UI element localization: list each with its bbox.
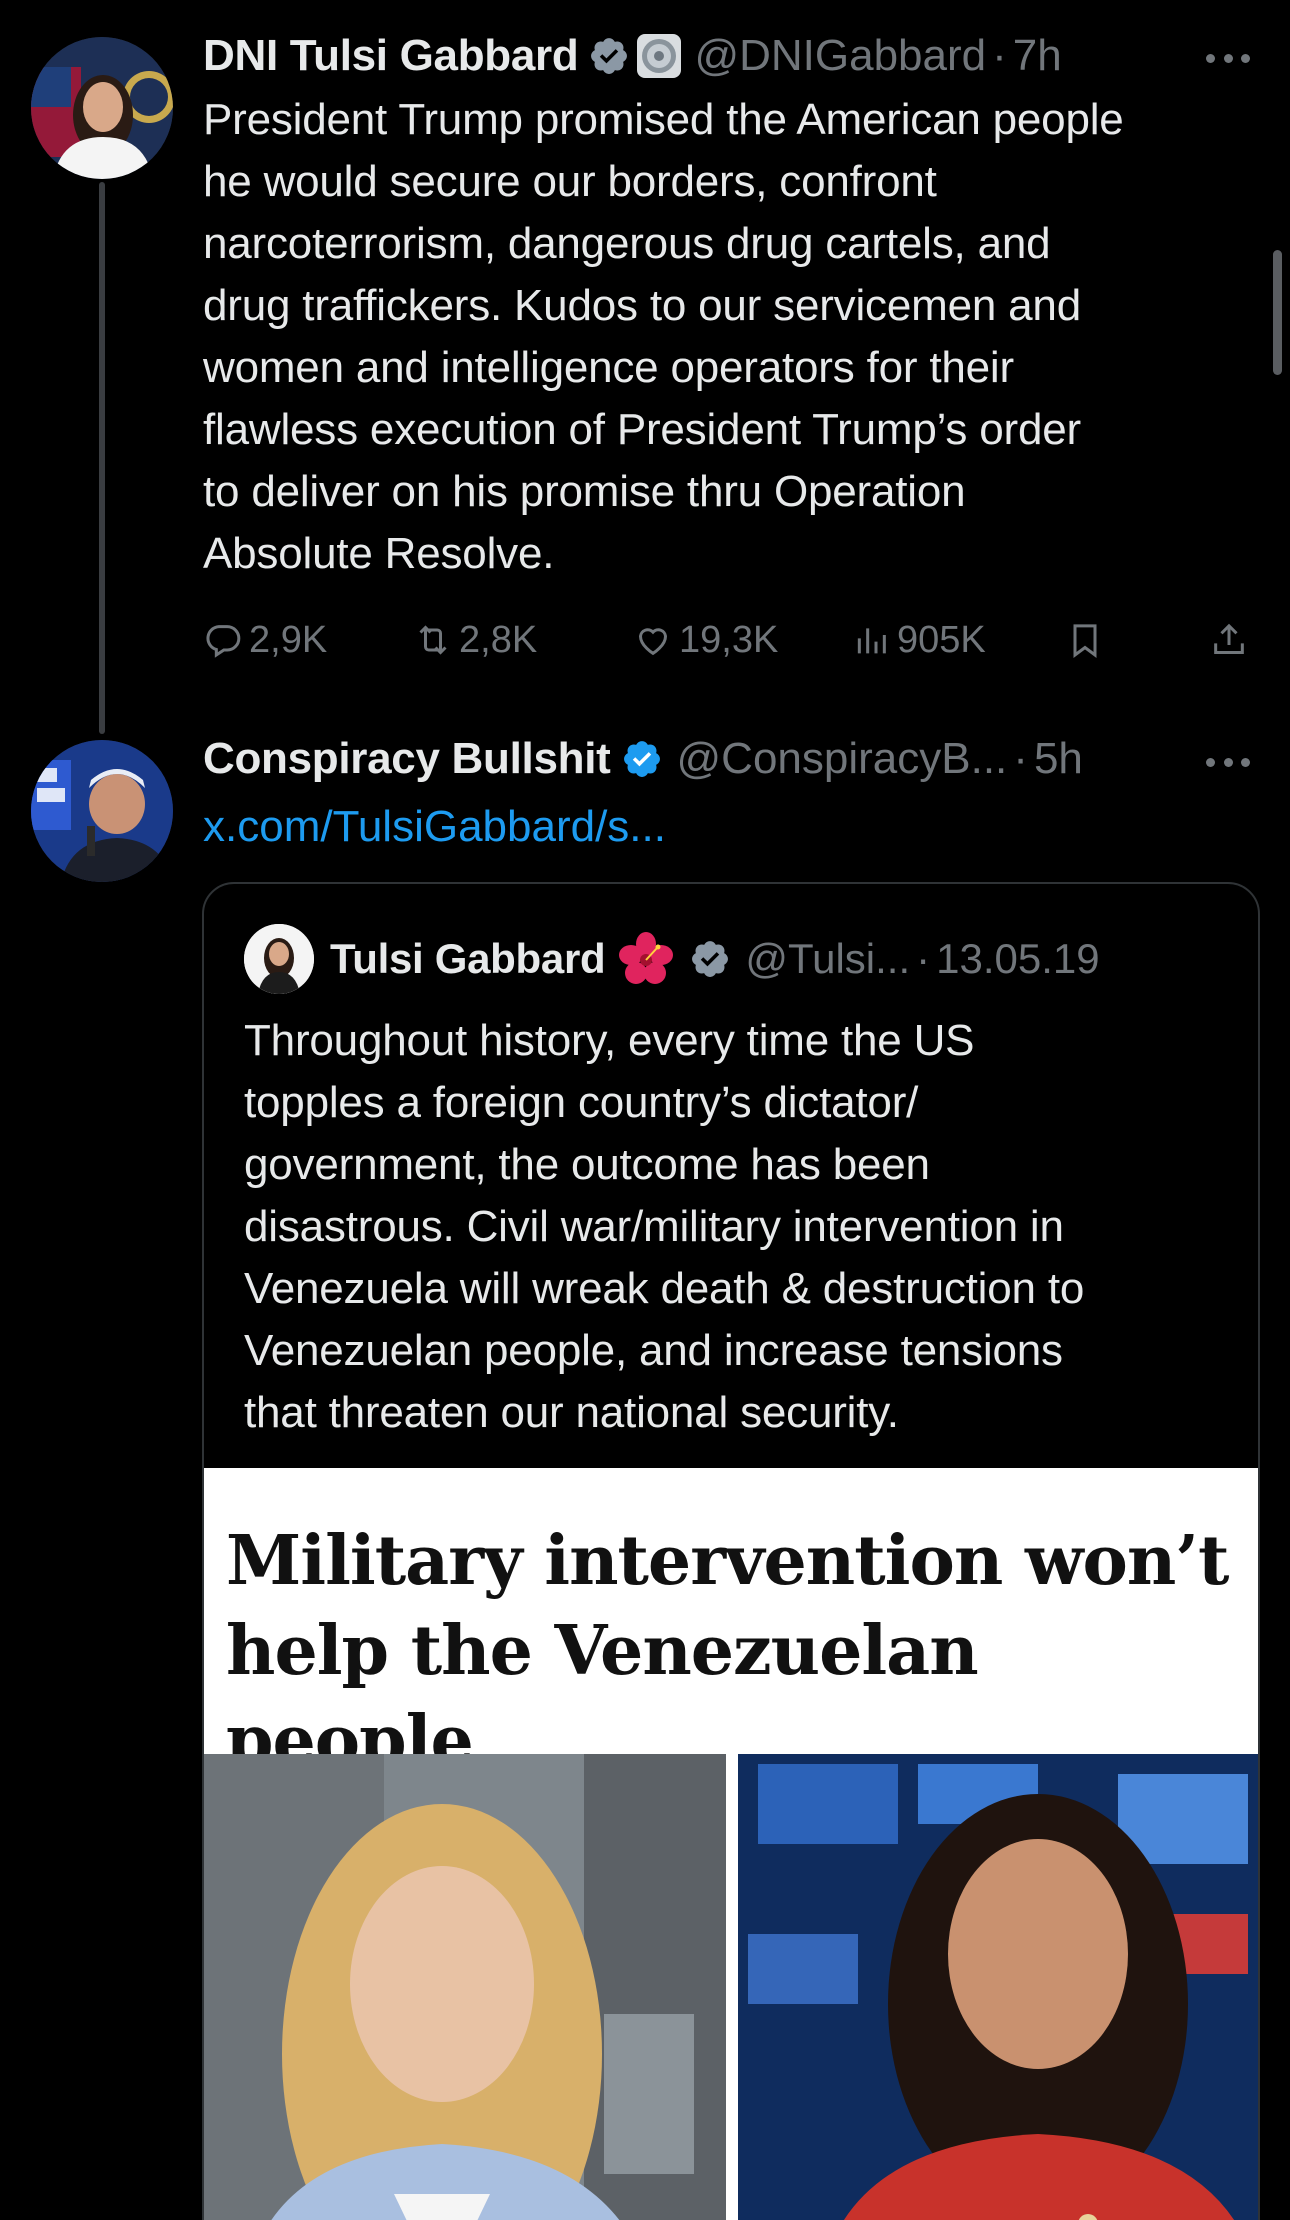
bookmark-button[interactable]	[1065, 610, 1111, 670]
article-image[interactable]: Military intervention won’t help the Ven…	[204, 1468, 1258, 2220]
views-button[interactable]: 905K	[851, 610, 986, 670]
thread-connector-line	[99, 182, 105, 734]
tweet-header: Conspiracy Bullshit @ConspiracyB... · 5h	[203, 731, 1083, 787]
bookmark-icon	[1073, 624, 1097, 658]
display-name[interactable]: Conspiracy Bullshit	[203, 731, 611, 787]
reply-icon	[206, 625, 241, 658]
view-count: 905K	[897, 618, 986, 661]
more-options-icon[interactable]	[1206, 752, 1250, 772]
tweet-header: DNI Tulsi Gabbard @DNIGabbard · 7h	[203, 28, 1062, 84]
separator: ·	[992, 31, 1007, 80]
tweet-text: President Trump promised the American pe…	[203, 95, 1124, 578]
handle[interactable]: @ConspiracyB...	[677, 731, 1008, 787]
avatar[interactable]	[244, 924, 314, 994]
reply-count: 2,9K	[249, 618, 328, 661]
like-count: 19,3K	[679, 618, 779, 661]
separator: ·	[1013, 734, 1028, 783]
quote-text: Throughout history, every time the US to…	[244, 1016, 1085, 1437]
candidate-photo	[738, 1754, 1258, 2220]
verified-badge-icon[interactable]	[621, 738, 663, 780]
display-name[interactable]: Tulsi Gabbard	[330, 931, 606, 987]
separator: ·	[916, 935, 931, 982]
repost-icon	[419, 625, 447, 655]
tweet-link[interactable]: x.com/TulsiGabbard/s...	[203, 796, 666, 858]
avatar[interactable]	[31, 37, 173, 179]
tweet-actions: 2,9K 2,8K 19,3K 905K	[203, 610, 1253, 670]
verified-badge-icon[interactable]	[689, 938, 731, 980]
timestamp[interactable]: 7h	[1013, 28, 1062, 84]
heart-icon	[638, 628, 668, 656]
reply-button[interactable]: 2,9K	[203, 610, 327, 670]
quote-header: Tulsi Gabbard @Tulsi... · 13.05.19	[330, 931, 1100, 987]
handle[interactable]: @Tulsi...	[745, 931, 910, 987]
verified-badge-icon[interactable]	[588, 35, 630, 77]
repost-button[interactable]: 2,8K	[413, 610, 537, 670]
share-icon	[1214, 623, 1244, 654]
repost-count: 2,8K	[459, 618, 538, 661]
like-button[interactable]: 19,3K	[633, 610, 778, 670]
article-headline: Military intervention won’t help the Ven…	[226, 1521, 1229, 1781]
views-icon	[857, 628, 886, 654]
scrollbar[interactable]	[1273, 250, 1282, 375]
timestamp[interactable]: 13.05.19	[936, 931, 1100, 987]
government-seal-icon	[636, 33, 682, 79]
quoted-tweet-card[interactable]: Tulsi Gabbard @Tulsi... · 13.05.19 Throu…	[202, 882, 1260, 2220]
news-anchor-photo	[204, 1754, 726, 2220]
share-button[interactable]	[1209, 610, 1255, 670]
display-name[interactable]: DNI Tulsi Gabbard	[203, 28, 579, 84]
timestamp[interactable]: 5h	[1034, 731, 1083, 787]
more-options-icon[interactable]	[1206, 48, 1250, 68]
hibiscus-icon	[617, 930, 675, 988]
thread-view: DNI Tulsi Gabbard @DNIGabbard · 7h Presi…	[0, 0, 1290, 2220]
avatar[interactable]	[31, 740, 173, 882]
handle[interactable]: @DNIGabbard	[694, 28, 986, 84]
